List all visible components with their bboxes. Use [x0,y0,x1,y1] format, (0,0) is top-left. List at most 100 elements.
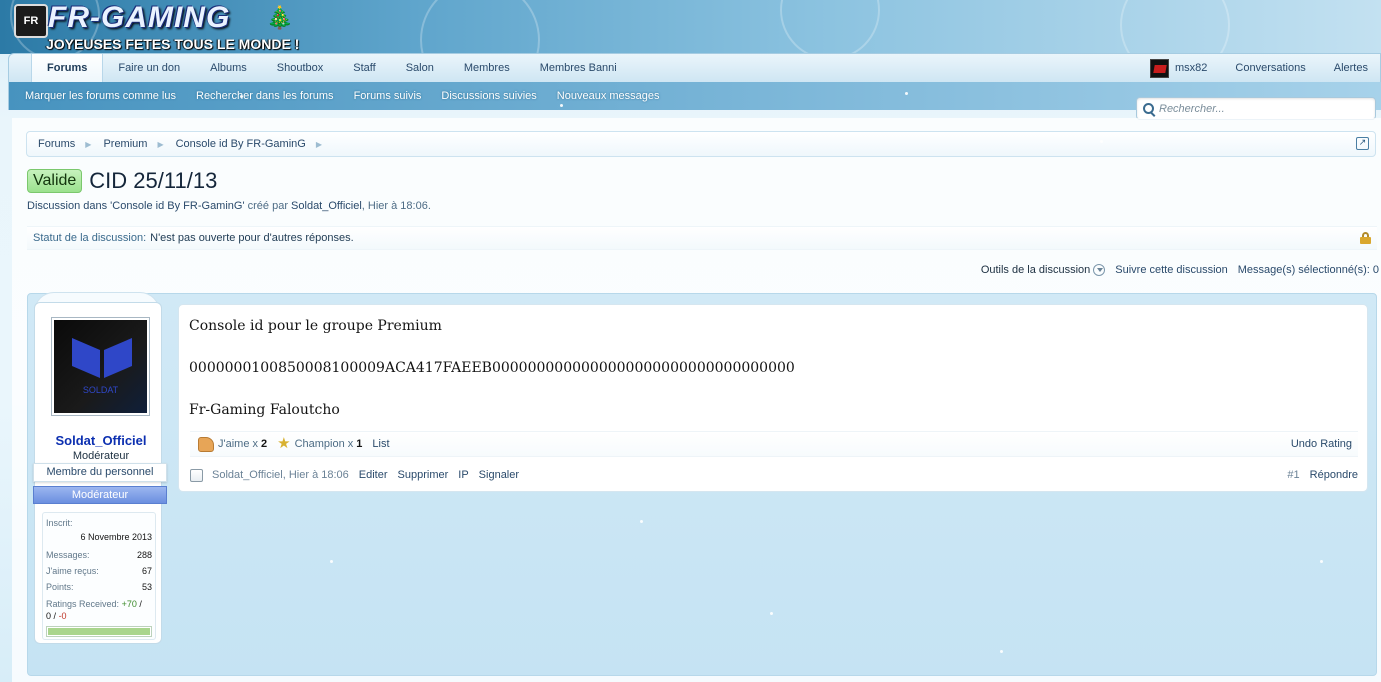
alerts-link[interactable]: Alertes [1334,62,1380,74]
snowflake [770,612,773,615]
christmas-tree-icon: 🎄 [266,6,294,31]
info-joined-row: Inscrit: [46,518,152,528]
post-author-time[interactable]: Soldat_Officiel, Hier à 18:06 [212,469,349,481]
snowflake [1100,140,1103,143]
desc-forum-link[interactable]: 'Console id By FR-GaminG' [110,200,244,212]
avatar-wing-right [104,338,132,378]
breadcrumb-arrow-icon: ▶ [157,139,164,149]
info-points-row: Points: 53 [46,582,152,592]
info-label: Inscrit: [46,518,73,528]
ratings-list-link[interactable]: List [372,438,389,450]
star-icon: ★ [277,435,291,452]
subnav-link[interactable]: Rechercher dans les forums [196,90,334,102]
info-likes-row: J'aime reçus: 67 [46,566,152,576]
status-label: Statut de la discussion: [33,232,147,244]
site-header: FR FR-GAMING 🎄 JOYEUSES FETES TOUS LE MO… [0,0,1381,54]
selected-messages-link[interactable]: Message(s) sélectionné(s): 0 [1238,264,1379,276]
subnav-link[interactable]: Discussions suivies [441,90,536,102]
message-line: Fr-Gaming Faloutcho [189,402,340,418]
avatar-image: SOLDAT [54,320,147,413]
search-icon [1143,103,1154,114]
subnav-link[interactable]: Forums suivis [354,90,422,102]
search-box [1136,97,1376,120]
post-username[interactable]: Soldat_Officiel [34,433,168,448]
info-label[interactable]: Points: [46,582,74,592]
moderator-banner: Modérateur [33,486,167,504]
account-navigation: msx82 Conversations Alertes [1150,54,1380,82]
rating-champion[interactable]: ★ Champion x1 [277,435,363,452]
thread-tools-label: Outils de la discussion [980,264,1091,276]
info-value: 67 [141,566,152,576]
status-value: N'est pas ouverte pour d'autres réponses… [150,232,354,244]
ip-link[interactable]: IP [458,469,468,481]
header-decoration [1120,0,1230,54]
info-messages-row: Messages: 288 [46,550,152,560]
thread-tools-menu[interactable]: Outils de la discussion [980,264,1106,277]
ratings-separator: / [53,611,57,621]
undo-rating-link[interactable]: Undo Rating [1291,438,1352,450]
rating-label: Champion x [294,438,354,450]
subnav-link[interactable]: Nouveaux messages [557,90,660,102]
tab-shoutbox[interactable]: Shoutbox [262,54,338,82]
rating-bar-fill [48,628,150,635]
avatar[interactable]: SOLDAT [51,317,150,416]
breadcrumb-item[interactable]: Forums [38,138,75,150]
watch-thread-link[interactable]: Suivre cette discussion [1115,264,1228,276]
tab-membres-banni[interactable]: Membres Banni [525,54,632,82]
ratings-separator: / [139,599,142,609]
tab-membres[interactable]: Membres [449,54,525,82]
header-decoration [420,0,540,54]
tab-forums[interactable]: Forums [31,54,104,82]
reply-link[interactable]: Répondre [1310,469,1358,481]
user-avatar[interactable] [1150,58,1170,78]
tab-faire-un-don[interactable]: Faire un don [103,54,195,82]
ratings-bar: J'aime x2 ★ Champion x1 List Undo Rating [190,431,1358,457]
desc-time: , Hier à 18:06. [361,200,431,212]
search-input[interactable] [1159,102,1369,115]
account-username[interactable]: msx82 [1175,62,1227,74]
nav-tabs: Forums Faire un don Albums Shoutbox Staff Sal… [9,54,632,82]
rating-label: J'aime x [218,438,258,450]
snowflake [1320,560,1323,563]
rating-count: 1 [356,438,363,450]
breadcrumb-item[interactable]: Console id By FR-GaminG [176,138,306,150]
avatar-label: SOLDAT [82,385,119,395]
breadcrumb: Forums ▶ Premium ▶ Console id By FR-Gami… [26,131,1376,157]
ratings-received: Ratings Received: +70 / 0 / -0 [46,598,152,622]
info-value: 53 [141,582,152,592]
info-label: J'aime reçus: [46,566,99,576]
snowflake [905,92,908,95]
snowflake [240,95,243,98]
tab-staff[interactable]: Staff [338,54,390,82]
conversations-link[interactable]: Conversations [1235,62,1325,74]
user-extra-info: Inscrit: 6 Novembre 2013 Messages: 288 J… [42,512,156,640]
site-logo-mark[interactable]: FR [14,4,48,38]
thread-description: Discussion dans 'Console id By FR-GaminG… [27,200,431,212]
rating-bar [46,626,152,637]
ratings-neutral: 0 [46,611,52,621]
thread-title-row: Valide CID 25/11/13 [27,168,217,194]
breadcrumb-item[interactable]: Premium [103,138,147,150]
subnav-links: Marquer les forums comme lus Rechercher d… [25,82,680,110]
report-link[interactable]: Signaler [479,469,519,481]
staff-banner: Membre du personnel [33,463,167,482]
post-meta-right: #1 Répondre [1287,469,1358,481]
page-title: CID 25/11/13 [89,168,218,193]
snowflake [560,104,563,107]
post-user-title: Modérateur [72,450,130,462]
site-logo[interactable]: FR-GAMING [48,2,230,34]
thread-status-bar: Statut de la discussion: N'est pas ouver… [27,226,1377,250]
desc-author-link[interactable]: Soldat_Officiel [291,200,362,212]
thread-tools: Outils de la discussion Suivre cette dis… [971,264,1379,277]
select-post-checkbox[interactable] [190,468,203,482]
subnav-link[interactable]: Marquer les forums comme lus [25,90,176,102]
post-number[interactable]: #1 [1287,469,1299,481]
jump-to-icon[interactable]: ↗ [1356,137,1369,150]
avatar-wing-left [72,338,100,378]
delete-link[interactable]: Supprimer [398,469,449,481]
tab-salon[interactable]: Salon [391,54,449,82]
rating-like[interactable]: J'aime x2 [198,436,267,452]
snowflake [640,520,643,523]
tab-albums[interactable]: Albums [195,54,262,82]
edit-link[interactable]: Editer [359,469,388,481]
